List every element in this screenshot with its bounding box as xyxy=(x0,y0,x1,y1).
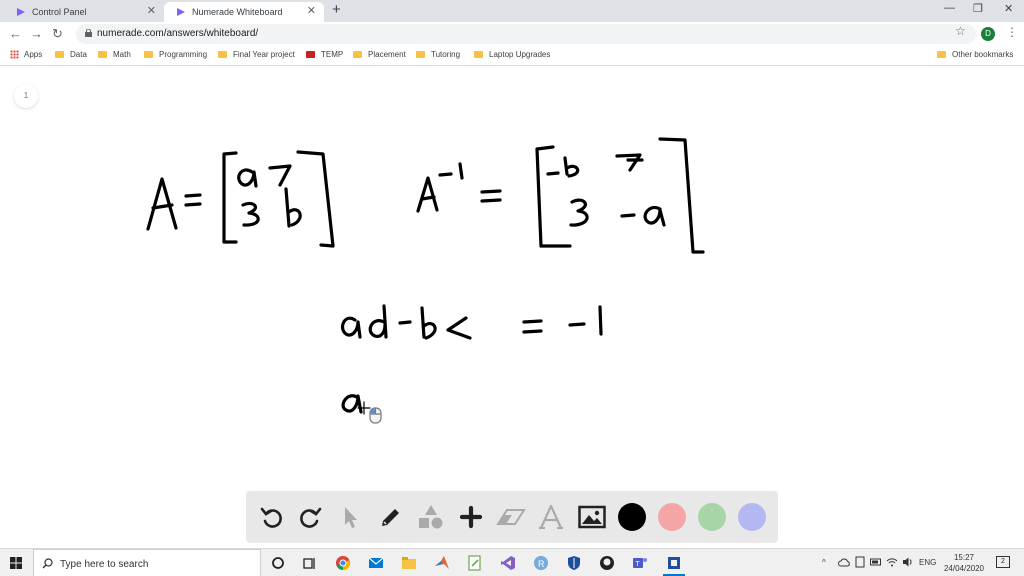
onedrive-icon[interactable] xyxy=(855,556,865,568)
matrix-ainv-entry-3 xyxy=(569,198,589,227)
matrix-a-entry-b xyxy=(284,187,302,228)
active-app-icon[interactable] xyxy=(666,555,682,571)
handwriting-ink xyxy=(146,137,705,424)
handwritten-A-label xyxy=(146,177,178,231)
matrix-ainv-entry-neg-b xyxy=(546,156,580,178)
matrix-ainv-entry-neg-a xyxy=(620,205,666,227)
matlab-icon[interactable] xyxy=(434,555,450,571)
pointer-icon[interactable] xyxy=(334,501,366,533)
pen-icon[interactable] xyxy=(375,501,407,533)
matrix-a-entry-a xyxy=(237,168,258,188)
cloud-icon[interactable] xyxy=(838,557,850,567)
undo-icon[interactable] xyxy=(255,501,287,533)
color-swatch-green[interactable] xyxy=(698,503,726,531)
windows-start-icon[interactable] xyxy=(10,557,22,569)
handwritten-equals xyxy=(184,193,202,207)
handwritten-equation xyxy=(341,304,603,340)
wifi-icon[interactable] xyxy=(886,556,898,568)
color-swatch-purple[interactable] xyxy=(738,503,766,531)
github-icon[interactable] xyxy=(599,555,615,571)
battery-icon[interactable] xyxy=(870,557,882,567)
matrix-ainv-entry-7 xyxy=(615,153,644,172)
handwritten-A-inverse-label xyxy=(416,162,464,213)
redo-icon[interactable] xyxy=(295,501,327,533)
matrix-a-entry-3 xyxy=(241,201,260,227)
mail-icon[interactable] xyxy=(368,555,384,571)
svg-text:R: R xyxy=(538,559,545,569)
color-swatch-pink[interactable] xyxy=(658,503,686,531)
svg-text:T: T xyxy=(636,561,641,568)
taskbar-search-input[interactable]: Type here to search xyxy=(33,549,261,576)
search-placeholder: Type here to search xyxy=(60,559,149,570)
system-clock[interactable]: 15:27 24/04/2020 xyxy=(936,552,992,574)
matrix-a-right-bracket xyxy=(296,150,335,248)
plus-icon[interactable] xyxy=(455,501,487,533)
clock-date: 24/04/2020 xyxy=(943,564,985,573)
security-shield-icon[interactable] xyxy=(566,555,582,571)
text-icon[interactable] xyxy=(535,501,567,533)
chevron-up-icon[interactable]: ^ xyxy=(822,558,826,567)
volume-icon[interactable] xyxy=(902,556,914,568)
chrome-icon[interactable] xyxy=(335,555,351,571)
windows-taskbar: Type here to search R T ^ ENG 15:27 24/0… xyxy=(0,548,1024,576)
color-swatch-black[interactable] xyxy=(618,503,646,531)
handwritten-partial-a xyxy=(341,394,363,414)
notification-center-icon[interactable]: 2 xyxy=(996,556,1010,568)
shapes-icon[interactable] xyxy=(415,501,447,533)
r-studio-icon[interactable]: R xyxy=(533,555,549,571)
matrix-a-left-bracket xyxy=(222,151,238,244)
matrix-a-entry-7 xyxy=(268,164,292,187)
cortana-icon[interactable] xyxy=(270,555,286,571)
language-indicator[interactable]: ENG xyxy=(919,558,936,567)
teams-icon[interactable]: T xyxy=(632,555,648,571)
image-icon[interactable] xyxy=(576,501,608,533)
visual-studio-icon[interactable] xyxy=(500,555,516,571)
eraser-icon[interactable] xyxy=(495,501,527,533)
file-explorer-icon[interactable] xyxy=(401,555,417,571)
task-view-icon[interactable] xyxy=(302,555,318,571)
clock-time: 15:27 xyxy=(953,553,975,562)
editor-icon[interactable] xyxy=(467,555,483,571)
matrix-ainv-right-bracket xyxy=(658,137,705,254)
handwritten-equals-2 xyxy=(480,189,502,203)
whiteboard-toolbar xyxy=(246,491,778,543)
search-icon xyxy=(42,558,53,569)
